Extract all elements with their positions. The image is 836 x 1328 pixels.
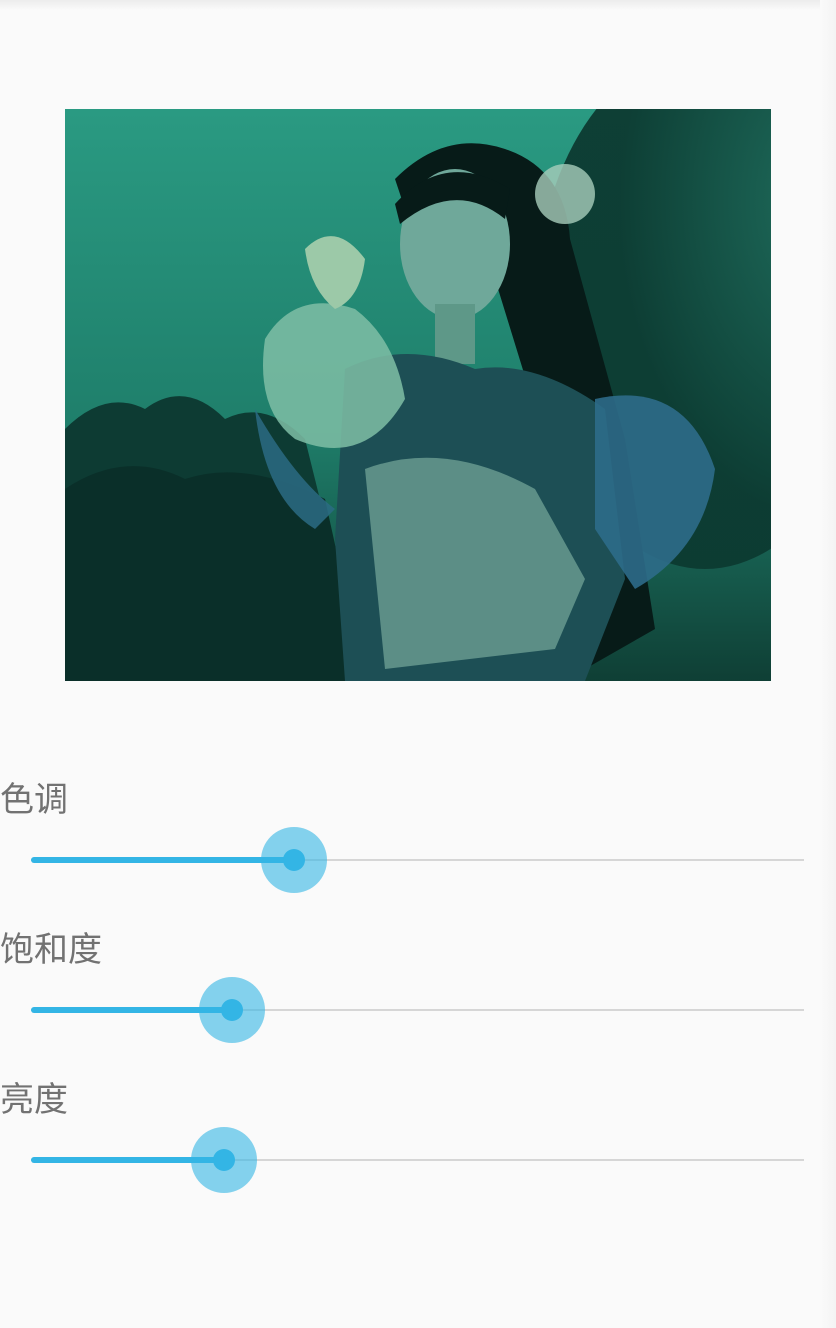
hue-label: 色调: [0, 780, 68, 820]
hue-slider[interactable]: [31, 820, 804, 900]
slider-thumb[interactable]: [221, 999, 243, 1021]
saturation-slider[interactable]: [31, 970, 804, 1050]
photo-image: [65, 109, 771, 681]
photo-icon: [65, 109, 771, 681]
saturation-label: 饱和度: [0, 930, 102, 970]
scroll-edge: [820, 0, 836, 1328]
slider-fill: [31, 857, 294, 863]
slider-thumb[interactable]: [283, 849, 305, 871]
slider-thumb[interactable]: [213, 1149, 235, 1171]
brightness-label: 亮度: [0, 1080, 68, 1120]
status-bar-shadow: [0, 0, 836, 10]
brightness-slider[interactable]: [31, 1120, 804, 1200]
